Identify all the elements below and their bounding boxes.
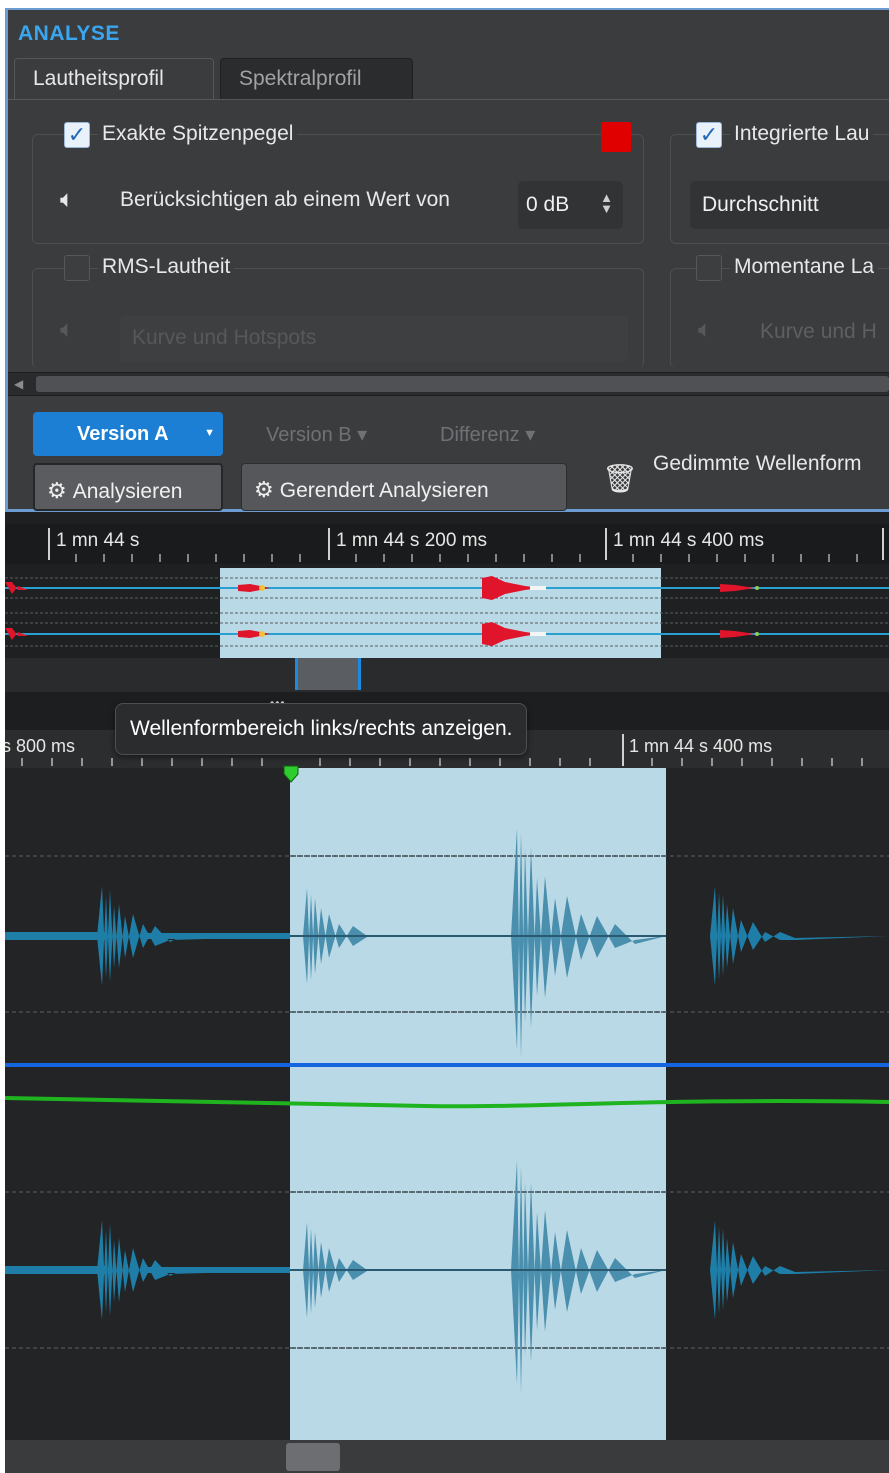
threshold-stepper[interactable]: 0 dB ▲ ▼ [518, 181, 623, 229]
kurve-select-disabled: Kurve und Hotspots [120, 316, 628, 362]
main-ruler-minor-ticks [21, 758, 863, 766]
ruler-label: 1 mn 44 s 400 ms [629, 736, 773, 756]
scroll-left-icon[interactable]: ◀ [14, 377, 23, 391]
analyse-panel: ANALYSE Lautheitsprofil Spektralprofil ✓… [5, 8, 889, 512]
ruler-label: 1 mn 44 s 400 ms [613, 530, 765, 551]
overview-ruler: 1 mn 44 s 1 mn 44 s 200 ms 1 mn 44 s 400… [0, 524, 889, 564]
gears-icon: ⚙ [254, 477, 274, 502]
kurve-right-disabled: Kurve und H [760, 320, 877, 343]
ruler-label: 1 mn 44 s 200 ms [336, 530, 488, 551]
rms-label: RMS-Lautheit [98, 255, 235, 279]
speaker-icon-disabled-right: 🔈︎ [698, 316, 713, 343]
trash-icon[interactable]: 🗑︎ [602, 462, 638, 495]
integrierte-label: Integrierte Lau [730, 122, 874, 146]
ruler-label: s 800 ms [2, 736, 76, 756]
analysieren-button[interactable]: ⚙ Analysieren [33, 463, 223, 511]
tab-lautheitsprofil[interactable]: Lautheitsprofil [14, 58, 214, 100]
chevron-down-icon: ▼ [204, 427, 215, 439]
version-a-button[interactable]: Version A ▼ [33, 412, 223, 456]
playhead-marker-icon[interactable] [281, 764, 301, 784]
integrierte-checkbox[interactable]: ✓ [696, 122, 722, 148]
main-scroll-thumb[interactable] [286, 1443, 340, 1471]
exakte-label: Exakte Spitzenpegel [98, 122, 298, 146]
gears-icon: ⚙ [47, 478, 67, 503]
rms-checkbox[interactable] [64, 255, 90, 281]
gerendert-label: Gerendert Analysieren [279, 479, 489, 502]
panel-scroll-thumb[interactable] [36, 376, 889, 392]
durchschnitt-select[interactable]: Durchschnitt [690, 181, 889, 229]
ruler-minor-ticks [75, 554, 858, 562]
version-b-menu[interactable]: Version B ▾ [266, 422, 367, 447]
differenz-menu[interactable]: Differenz ▾ [440, 422, 535, 447]
momentane-label: Momentane La [730, 255, 879, 279]
speaker-icon[interactable]: 🔈︎ [60, 186, 74, 214]
speaker-icon-disabled: 🔈︎ [60, 316, 75, 343]
gedimmt-label: Gedimmte Wellenform [653, 452, 862, 475]
ruler-label: 1 mn 44 s [56, 530, 140, 551]
threshold-label: Berücksichtigen ab einem Wert von [120, 188, 450, 211]
tabs-divider [8, 99, 889, 100]
overview-navigator[interactable] [0, 658, 889, 692]
main-waveform [5, 828, 889, 1394]
panel-title: ANALYSE [18, 22, 120, 45]
tab-spektralprofil[interactable]: Spektralprofil [220, 58, 413, 100]
main-hscrollbar[interactable] [5, 1440, 889, 1473]
page-edge [0, 512, 5, 1473]
threshold-value: 0 dB [526, 193, 570, 216]
tooltip: Wellenformbereich links/rechts anzeigen. [115, 703, 528, 755]
overview-waveform [0, 576, 889, 647]
analysieren-label: Analysieren [72, 480, 183, 503]
panel-hscrollbar[interactable]: ◀ [8, 372, 889, 396]
exakte-checkbox[interactable]: ✓ [64, 122, 90, 148]
version-a-label: Version A [77, 423, 169, 445]
overview-view-window[interactable] [295, 658, 361, 690]
peak-color-swatch[interactable] [601, 122, 631, 152]
momentane-checkbox[interactable] [696, 255, 722, 281]
gerendert-analysieren-button[interactable]: ⚙ Gerendert Analysieren [241, 463, 567, 511]
stepper-arrows-icon[interactable]: ▲ ▼ [600, 191, 613, 215]
